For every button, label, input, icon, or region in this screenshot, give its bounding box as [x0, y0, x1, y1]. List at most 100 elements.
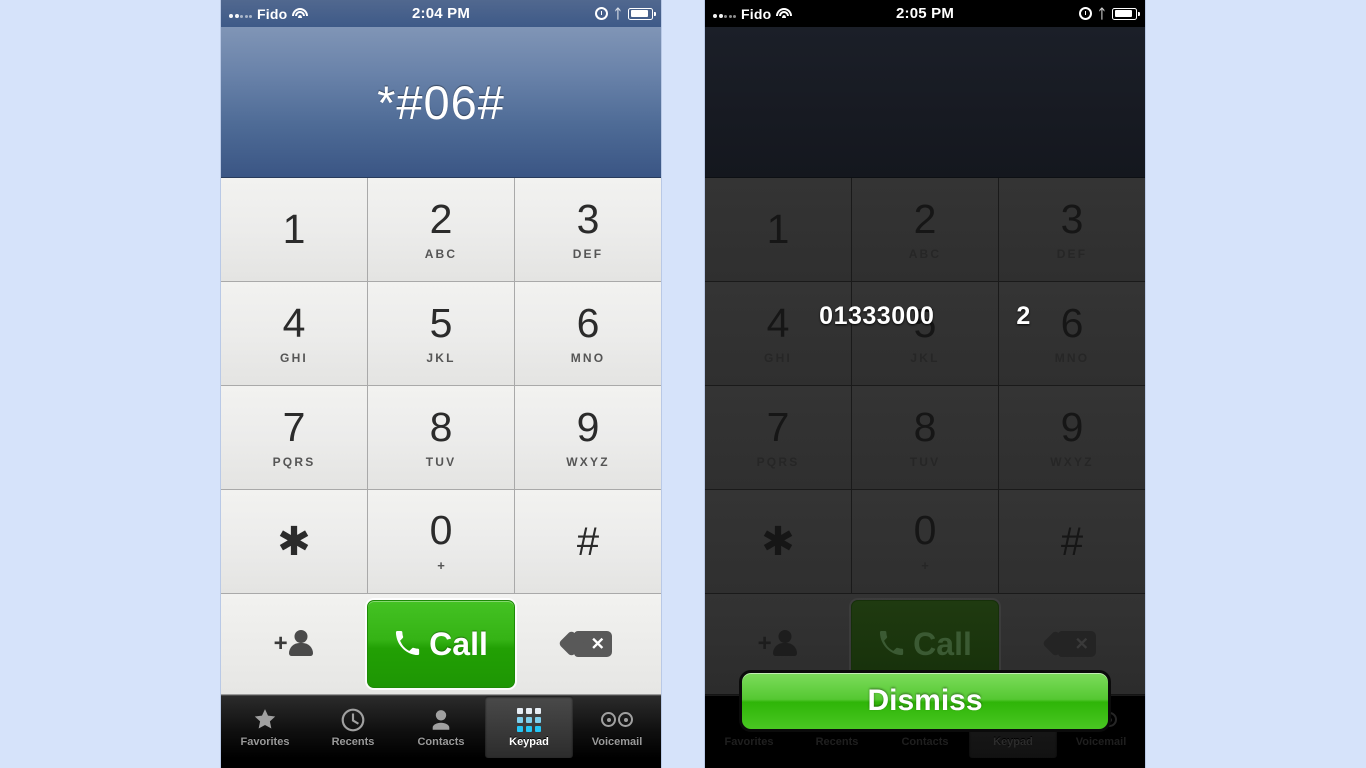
keypad-row: 7 PQRS 8 TUV 9 WXYZ	[705, 386, 1145, 490]
key-0: 0 +	[852, 490, 999, 594]
clock-icon	[340, 706, 366, 733]
backspace-delete-icon: ✕	[565, 628, 613, 660]
tab-label: Keypad	[993, 736, 1033, 748]
key-digit: ✱	[761, 519, 795, 564]
key-digit: 2	[913, 195, 937, 242]
status-right-group: ᛏ	[595, 6, 656, 21]
key-digit: 4	[282, 299, 306, 346]
carrier-label: Fido	[257, 5, 288, 22]
status-bar: Fido 2:04 PM ᛏ	[221, 0, 661, 27]
signal-dots-icon	[713, 9, 736, 18]
keypad-row: 4 GHI 5 JKL 6 MNO	[221, 282, 661, 386]
call-button-label: Call	[913, 625, 972, 662]
status-left-group: Fido	[229, 5, 309, 22]
add-contact-button[interactable]: +	[221, 594, 365, 694]
key-digit: 6	[1060, 299, 1084, 346]
key-digit: 7	[766, 403, 790, 450]
key-6: 6 MNO	[999, 282, 1145, 386]
key-letters: PQRS	[756, 454, 800, 469]
key-1[interactable]: 1	[221, 178, 368, 282]
key-2[interactable]: 2 ABC	[368, 178, 515, 282]
key-star: ✱	[705, 490, 852, 594]
keypad-row: 1 2 ABC 3 DEF	[221, 178, 661, 282]
key-0[interactable]: 0 +	[368, 490, 515, 594]
status-left-group: Fido	[713, 5, 793, 22]
tab-recents[interactable]: Recents	[309, 696, 397, 758]
key-letters: TUV	[909, 454, 941, 469]
keypad-grid-icon	[517, 706, 541, 733]
key-3[interactable]: 3 DEF	[515, 178, 661, 282]
tab-label: Voicemail	[591, 736, 643, 748]
signal-dots-icon	[229, 9, 252, 18]
key-5[interactable]: 5 JKL	[368, 282, 515, 386]
key-8: 8 TUV	[852, 386, 999, 490]
call-button-cell: Call	[365, 594, 516, 694]
key-letters: GHI	[764, 350, 792, 365]
call-button-label: Call	[429, 625, 488, 662]
keypad-row: 4 GHI 5 JKL 6 MNO	[705, 282, 1145, 386]
key-6[interactable]: 6 MNO	[515, 282, 661, 386]
key-letters: MNO	[570, 350, 606, 365]
key-digit: 0	[913, 507, 937, 553]
call-button[interactable]: Call	[367, 600, 515, 688]
dismiss-button[interactable]: Dismiss	[739, 670, 1111, 732]
screenshot-stage: Fido 2:04 PM ᛏ *#06# 1 2 ABC 3 DEF 4 GHI…	[0, 0, 1366, 768]
tab-keypad[interactable]: Keypad	[485, 696, 573, 758]
key-9: 9 WXYZ	[999, 386, 1145, 490]
voicemail-reels-icon	[601, 706, 633, 733]
key-letters: GHI	[280, 350, 308, 365]
key-letters: WXYZ	[566, 454, 610, 469]
person-icon	[288, 630, 313, 658]
bluetooth-icon: ᛏ	[614, 6, 622, 21]
key-letters: MNO	[1054, 350, 1090, 365]
person-icon	[772, 630, 797, 658]
tab-label: Recents	[331, 736, 375, 748]
key-5: 5 JKL	[852, 282, 999, 386]
key-7[interactable]: 7 PQRS	[221, 386, 368, 490]
key-digit: 1	[282, 206, 306, 252]
backspace-delete-icon: ✕	[1049, 628, 1097, 660]
key-digit: 5	[429, 299, 453, 346]
key-pound: #	[999, 490, 1145, 594]
key-digit: #	[1060, 519, 1084, 564]
tab-contacts[interactable]: Contacts	[397, 696, 485, 758]
tab-bar: Favorites Recents Contacts Keypad Voicem…	[221, 695, 661, 758]
key-2: 2 ABC	[852, 178, 999, 282]
key-9[interactable]: 9 WXYZ	[515, 386, 661, 490]
wifi-icon	[776, 7, 793, 20]
key-digit: 9	[1060, 403, 1084, 450]
dismiss-button-wrap: Dismiss	[705, 670, 1145, 732]
tab-voicemail[interactable]: Voicemail	[573, 696, 661, 758]
add-contact-icon: +	[758, 630, 797, 658]
battery-icon	[628, 7, 656, 20]
key-letters: WXYZ	[1050, 454, 1094, 469]
key-plus-label: +	[921, 558, 929, 573]
number-display	[705, 27, 1145, 178]
tab-label: Contacts	[417, 736, 465, 748]
plus-glyph: +	[757, 629, 772, 657]
key-digit: 7	[282, 403, 306, 450]
key-digit: #	[576, 519, 600, 564]
key-pound[interactable]: #	[515, 490, 661, 594]
tab-favorites[interactable]: Favorites	[221, 696, 309, 758]
delete-button[interactable]: ✕	[517, 594, 661, 694]
key-digit: 3	[1060, 195, 1084, 242]
key-digit: 1	[766, 206, 790, 252]
key-letters: DEF	[1056, 246, 1088, 261]
tab-label: Contacts	[901, 736, 949, 748]
plus-glyph: +	[273, 629, 288, 657]
keypad: 1 2 ABC 3 DEF 4 GHI 5 JKL 6 MNO 7 PQRS 8…	[221, 178, 661, 594]
key-1: 1	[705, 178, 852, 282]
key-digit: ✱	[277, 519, 311, 564]
carrier-label: Fido	[741, 5, 772, 22]
key-star[interactable]: ✱	[221, 490, 368, 594]
number-display: *#06#	[221, 27, 661, 178]
key-8[interactable]: 8 TUV	[368, 386, 515, 490]
status-bar: Fido 2:05 PM ᛏ	[705, 0, 1145, 27]
key-digit: 6	[576, 299, 600, 346]
key-letters: TUV	[425, 454, 457, 469]
phone-dialer-screen: Fido 2:04 PM ᛏ *#06# 1 2 ABC 3 DEF 4 GHI…	[220, 0, 662, 768]
key-letters: PQRS	[272, 454, 316, 469]
key-digit: 8	[429, 403, 453, 450]
key-4[interactable]: 4 GHI	[221, 282, 368, 386]
